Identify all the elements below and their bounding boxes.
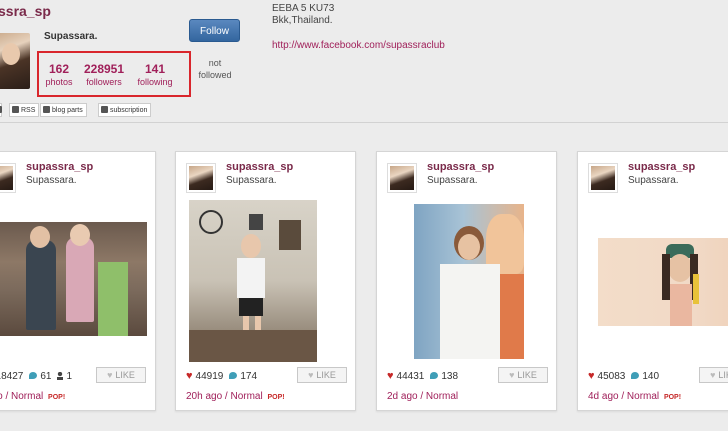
card-likes: 18427	[0, 371, 24, 382]
tag-partial[interactable]	[0, 103, 2, 117]
like-heart-icon: ♥	[509, 370, 515, 380]
card-comments: 138	[441, 371, 459, 382]
follow-button[interactable]: Follow	[189, 19, 240, 42]
bio-line-2: Bkk,Thailand.	[272, 15, 333, 26]
card-stats: ♥ 45083 140	[588, 370, 659, 382]
stat-followers-label: followers	[86, 77, 122, 87]
bio-line-1: EEBA 5 KU73	[272, 3, 335, 14]
like-button[interactable]: ♥LIKE	[96, 367, 146, 383]
comment-icon	[430, 372, 439, 379]
card-likes: 45083	[597, 371, 626, 382]
subscription-icon	[101, 106, 108, 113]
person-icon	[57, 372, 64, 380]
pop-badge: POP!	[267, 394, 285, 401]
header-divider	[0, 122, 728, 123]
photo-card-2[interactable]: supassra_sp Supassara. ♥ 44919 174 ♥ LIKE 2…	[175, 151, 356, 411]
card-comments: 174	[240, 371, 258, 382]
card-comments: 140	[642, 371, 660, 382]
heart-icon: ♥	[588, 370, 595, 382]
tag-rss[interactable]: RSS	[9, 103, 40, 117]
comment-icon	[29, 372, 38, 379]
card-avatar[interactable]	[0, 163, 16, 193]
stat-followers-count: 228951	[83, 62, 125, 76]
card-username[interactable]: supassra_sp	[226, 161, 293, 173]
tag-blog-parts[interactable]: blog parts	[40, 103, 87, 117]
photo-card-4[interactable]: supassra_sp Supassara. ♥45083140 ♥LIKE 4…	[577, 151, 728, 411]
card-likes: 44919	[195, 371, 224, 382]
tag-icon	[0, 106, 2, 113]
card-likes: 44431	[396, 371, 425, 382]
card-username[interactable]: supassra_sp	[26, 161, 93, 173]
like-heart-icon: ♥	[107, 370, 113, 380]
profile-username[interactable]: ssra_sp	[0, 3, 51, 19]
card-meta: 4d ago / Normal POP!	[588, 391, 681, 402]
card-meta: ago / Normal POP!	[0, 391, 65, 402]
like-label: LIKE	[316, 370, 336, 380]
card-photo[interactable]	[189, 200, 317, 362]
card-stats: ♥ 44431 138	[387, 370, 458, 382]
photo-card-3[interactable]: supassra_sp Supassara. ♥ 44431 138 ♥ LIKE 2…	[376, 151, 557, 411]
card-avatar[interactable]	[588, 163, 618, 193]
like-button[interactable]: ♥LIKE	[498, 367, 548, 383]
card-display-name: Supassara.	[628, 175, 679, 186]
card-username[interactable]: supassra_sp	[628, 161, 695, 173]
card-display-name: Supassara.	[226, 175, 277, 186]
profile-avatar[interactable]	[0, 33, 30, 89]
card-followers: 1	[66, 371, 73, 382]
like-label: LIKE	[115, 370, 135, 380]
rss-icon	[12, 106, 19, 113]
stat-following-label: following	[137, 77, 173, 87]
like-heart-icon: ♥	[710, 370, 716, 380]
card-username[interactable]: supassra_sp	[427, 161, 494, 173]
card-avatar[interactable]	[387, 163, 417, 193]
card-stats: ♥18427611	[0, 370, 72, 382]
pop-badge: POP!	[48, 394, 66, 401]
like-heart-icon: ♥	[308, 370, 314, 380]
card-photo[interactable]	[598, 238, 728, 326]
like-label: LIKE	[718, 370, 728, 380]
photo-card-1[interactable]: supassra_sp Supassara. ♥ 18427 61 1 ♥LIKE a…	[0, 151, 156, 411]
tag-subscription-label: subscription	[110, 107, 148, 114]
comment-icon	[229, 372, 238, 379]
blog-parts-icon	[43, 106, 50, 113]
card-display-name: Supassara.	[427, 175, 478, 186]
card-display-name: Supassara.	[26, 175, 77, 186]
stat-following[interactable]: 141 following	[136, 63, 174, 88]
comment-icon	[631, 372, 640, 379]
card-time: 4d ago / Normal	[588, 391, 660, 402]
card-stats: ♥ 44919 174	[186, 370, 257, 382]
card-comments: 61	[40, 371, 52, 382]
pop-badge: POP!	[663, 394, 682, 401]
card-photo[interactable]	[0, 222, 147, 336]
stat-photos-count: 162	[48, 62, 70, 76]
card-photo[interactable]	[414, 204, 524, 359]
like-label: LIKE	[517, 370, 537, 380]
card-time: ago / Normal	[0, 391, 44, 402]
follow-status: not followed	[198, 58, 232, 80]
bio-link[interactable]: http://www.facebook.com/supassraclub	[272, 40, 445, 51]
like-button[interactable]: ♥LIKE	[297, 367, 347, 383]
profile-stats-highlight: 162 photos 228951 followers 141 followin…	[37, 51, 191, 97]
heart-icon: ♥	[186, 370, 193, 382]
profile-display-name: Supassara.	[44, 31, 98, 42]
card-time: 20h ago / Normal	[186, 391, 263, 402]
card-meta: 20h ago / Normal POP!	[186, 391, 285, 402]
tag-rss-label: RSS	[21, 107, 36, 114]
card-time: 2d ago / Normal	[387, 391, 459, 402]
tag-blog-parts-label: blog parts	[52, 107, 83, 114]
card-meta: 2d ago / Normal	[387, 391, 460, 402]
stat-following-count: 141	[144, 62, 166, 76]
stat-followers[interactable]: 228951 followers	[81, 63, 127, 88]
tag-subscription[interactable]: subscription	[98, 103, 152, 117]
stat-photos-label: photos	[45, 77, 73, 87]
card-avatar[interactable]	[186, 163, 216, 193]
stat-photos[interactable]: 162 photos	[44, 63, 74, 88]
like-button[interactable]: ♥LIKE	[699, 367, 728, 383]
heart-icon: ♥	[387, 370, 394, 382]
